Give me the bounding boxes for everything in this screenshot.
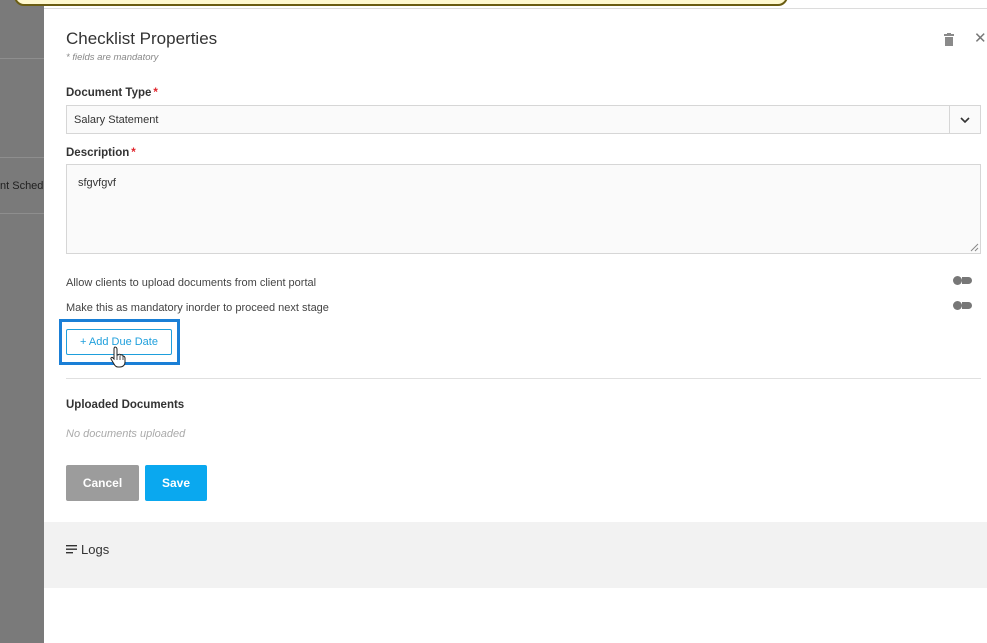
toggle-client-upload[interactable]: [953, 276, 973, 285]
required-mark: *: [131, 147, 136, 159]
background-overlay: nt Sched: [0, 0, 44, 643]
toggle-label-mandatory: Make this as mandatory inorder to procee…: [66, 302, 329, 314]
toggle-icon: [953, 301, 962, 310]
toggle-track: [962, 302, 972, 309]
description-label-text: Description: [66, 147, 130, 159]
required-mark: *: [153, 87, 158, 99]
description-label: Description *: [66, 147, 136, 159]
close-icon[interactable]: ✕: [974, 31, 987, 47]
description-textarea[interactable]: sfgvfgvf: [66, 164, 981, 254]
save-button[interactable]: Save: [145, 465, 207, 501]
section-divider: [66, 378, 981, 379]
chevron-down-icon[interactable]: [949, 106, 980, 133]
toggle-label-client-upload: Allow clients to upload documents from c…: [66, 277, 317, 289]
mandatory-note: * fields are mandatory: [66, 52, 159, 63]
hand-cursor-icon: [110, 346, 126, 368]
checklist-properties-panel: Checklist Properties * fields are mandat…: [44, 9, 987, 643]
toggle-track: [962, 277, 972, 284]
trash-icon[interactable]: [943, 33, 955, 47]
toggle-mandatory[interactable]: [953, 301, 973, 310]
logs-section[interactable]: Logs: [44, 522, 987, 588]
panel-title: Checklist Properties: [66, 29, 218, 48]
background-peek-text: nt Sched: [0, 180, 44, 192]
logs-label: Logs: [81, 542, 110, 557]
description-value: sfgvfgvf: [78, 177, 116, 189]
menu-lines-icon: [66, 545, 77, 554]
document-type-value: Salary Statement: [74, 114, 159, 126]
background-divider: [0, 58, 44, 59]
document-type-select[interactable]: Salary Statement: [66, 105, 981, 134]
background-divider: [0, 157, 44, 158]
background-divider: [0, 213, 44, 214]
no-documents-text: No documents uploaded: [66, 428, 186, 440]
document-type-label: Document Type *: [66, 87, 158, 99]
resize-grip-icon[interactable]: [970, 243, 979, 252]
toggle-icon: [953, 276, 962, 285]
uploaded-documents-heading: Uploaded Documents: [66, 399, 185, 411]
cancel-button[interactable]: Cancel: [66, 465, 139, 501]
highlight-outline: [14, 0, 788, 6]
top-strip: [14, 0, 987, 8]
document-type-label-text: Document Type: [66, 87, 152, 99]
